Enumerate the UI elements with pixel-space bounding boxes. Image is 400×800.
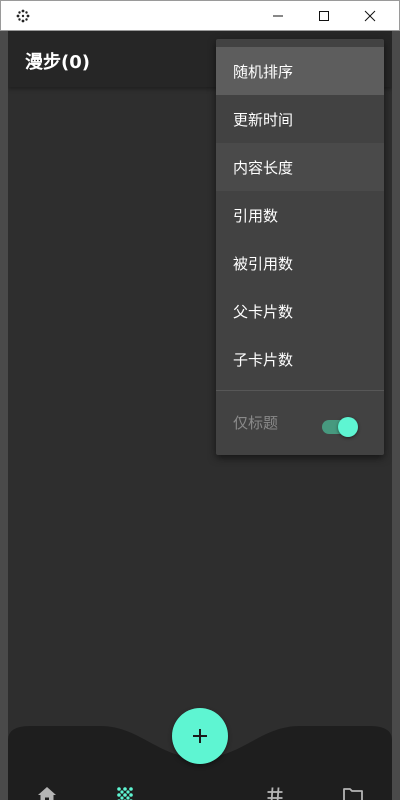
hashtag-icon bbox=[267, 787, 283, 800]
nav-tags-button[interactable] bbox=[253, 773, 297, 800]
menu-item-reference-count[interactable]: 引用数 bbox=[216, 191, 384, 239]
app-icon bbox=[15, 8, 31, 24]
maximize-icon bbox=[319, 11, 329, 21]
add-card-button[interactable] bbox=[172, 708, 228, 764]
app-screen: 漫步(0) 随机排序 更新时间 内容长度 引用数 被引用数 父卡片数 子卡片数 … bbox=[8, 31, 392, 800]
minimize-icon bbox=[273, 15, 283, 17]
menu-item-referenced-count[interactable]: 被引用数 bbox=[216, 239, 384, 287]
menu-item-random-sort[interactable]: 随机排序 bbox=[216, 47, 384, 95]
bottom-navigation bbox=[8, 708, 392, 800]
close-button[interactable] bbox=[347, 1, 393, 31]
sort-menu: 随机排序 更新时间 内容长度 引用数 被引用数 父卡片数 子卡片数 仅标题 bbox=[216, 39, 384, 455]
maximize-button[interactable] bbox=[301, 1, 347, 31]
folder-icon bbox=[343, 788, 363, 800]
window-frame-left bbox=[0, 31, 8, 800]
window-frame-right bbox=[392, 31, 400, 800]
nav-wander-button[interactable] bbox=[103, 773, 147, 800]
menu-item-content-length[interactable]: 内容长度 bbox=[216, 143, 384, 191]
add-icon bbox=[193, 729, 207, 743]
menu-item-update-time[interactable]: 更新时间 bbox=[216, 95, 384, 143]
close-icon bbox=[364, 10, 376, 22]
title-only-label: 仅标题 bbox=[233, 414, 279, 432]
minimize-button[interactable] bbox=[255, 1, 301, 31]
title-only-toggle-thumb[interactable] bbox=[338, 417, 358, 437]
page-title: 漫步(0) bbox=[25, 52, 90, 73]
home-icon bbox=[38, 787, 56, 800]
shuffle-dots-icon bbox=[117, 787, 133, 800]
title-only-row[interactable]: 仅标题 bbox=[216, 391, 384, 455]
nav-folder-button[interactable] bbox=[331, 773, 375, 800]
menu-item-parent-card-count[interactable]: 父卡片数 bbox=[216, 287, 384, 335]
nav-home-button[interactable] bbox=[25, 773, 69, 800]
window-titlebar bbox=[0, 0, 400, 31]
menu-item-child-card-count[interactable]: 子卡片数 bbox=[216, 335, 384, 383]
